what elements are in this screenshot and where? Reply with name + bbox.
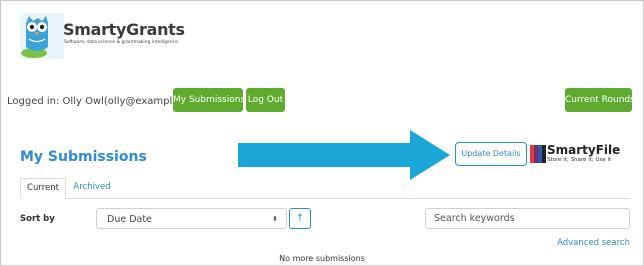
sort-direction-button[interactable]: ↑	[289, 208, 311, 229]
page-title: My Submissions	[20, 149, 147, 165]
owl-logo-icon	[20, 13, 64, 59]
sort-select[interactable]: Due Date ⬍	[96, 208, 287, 229]
advanced-search-link[interactable]: Advanced search	[557, 238, 630, 248]
current-rounds-button[interactable]: Current Rounds	[565, 88, 635, 112]
smartygrants-logo[interactable]: SmartyGrants Software, data science & gr…	[20, 13, 185, 59]
search-input[interactable]	[425, 208, 630, 229]
smartyfile-logo[interactable]: SmartyFile Store it; Share it; Use it	[530, 143, 630, 165]
tab-current[interactable]: Current	[20, 178, 66, 199]
tab-archived[interactable]: Archived	[72, 178, 112, 197]
empty-results-message: No more submissions	[279, 254, 365, 263]
brand-name: SmartyGrants	[63, 20, 185, 39]
brand-tagline: Software, data science & grantmaking int…	[64, 40, 178, 45]
updown-caret-icon: ⬍	[272, 215, 278, 223]
sort-select-value: Due Date	[107, 214, 152, 225]
my-submissions-button[interactable]: My Submissions	[173, 88, 245, 112]
arrow-up-icon: ↑	[295, 213, 305, 224]
sort-by-label: Sort by	[20, 214, 55, 224]
smartyfile-tagline: Store it; Share it; Use it	[547, 157, 612, 163]
callout-arrow-icon	[238, 130, 450, 180]
logout-button[interactable]: Log Out	[246, 88, 285, 112]
update-details-button[interactable]: Update Details	[455, 142, 527, 166]
submission-tabs: Current Archived	[20, 178, 630, 199]
smartyfile-name: SmartyFile	[547, 143, 621, 157]
